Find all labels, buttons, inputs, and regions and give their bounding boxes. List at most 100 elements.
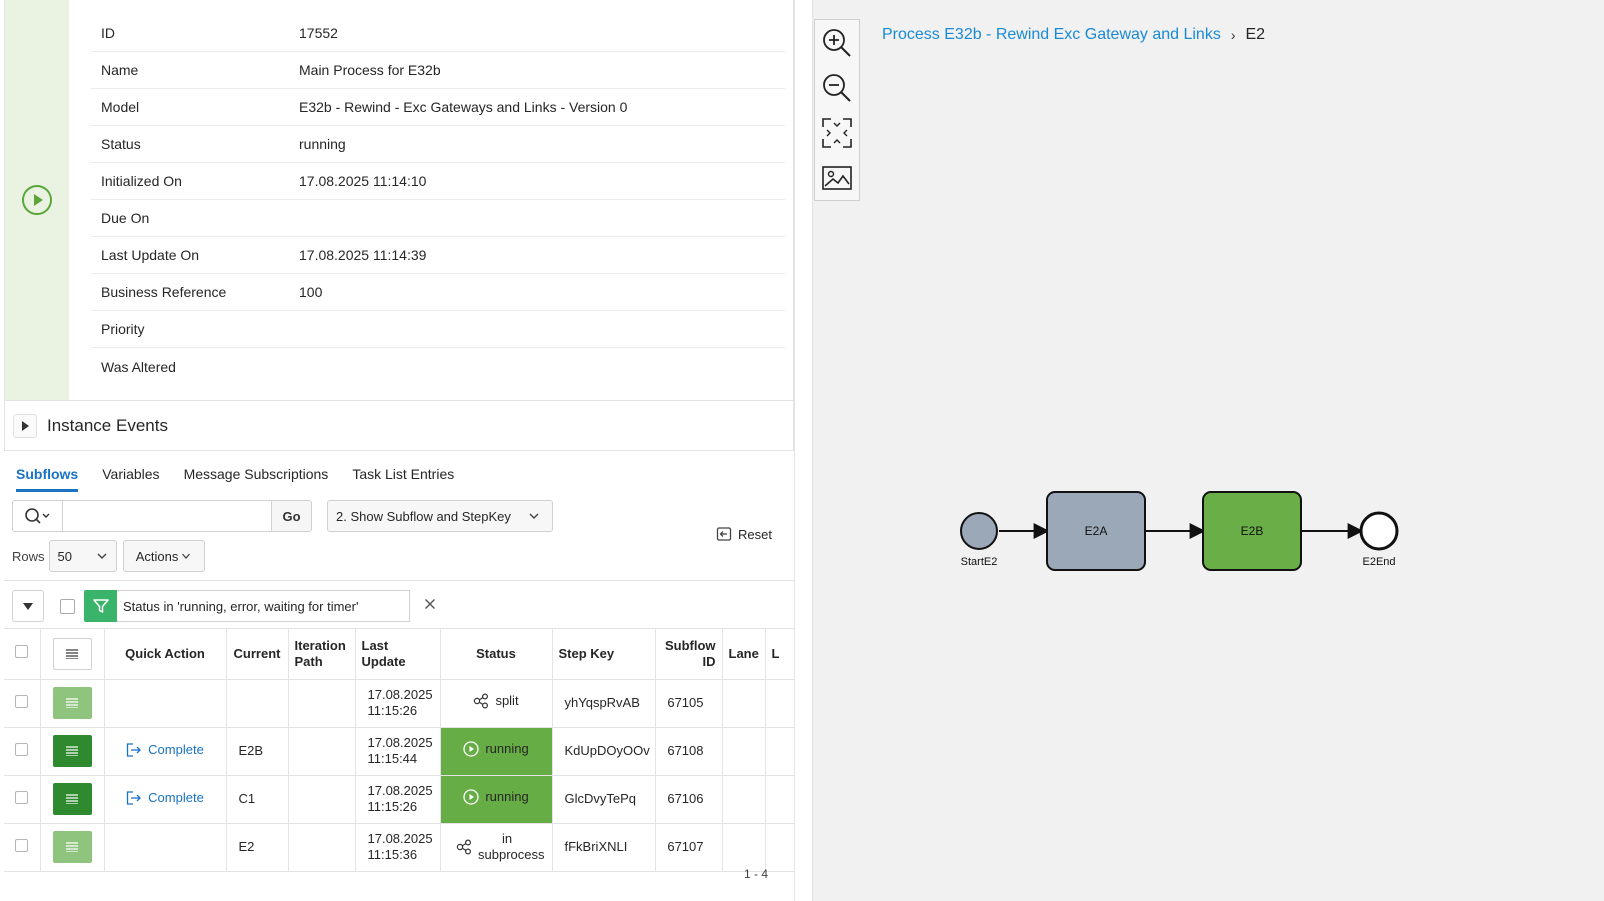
row-checkbox[interactable] bbox=[15, 790, 29, 804]
detail-row: Due On bbox=[91, 200, 785, 237]
export-image-button[interactable] bbox=[815, 155, 859, 200]
zoom-in-icon bbox=[823, 28, 851, 57]
header-subflow-id[interactable]: Subflow ID bbox=[655, 629, 723, 680]
last-update-cell: 17.08.2025 11:15:36 bbox=[355, 823, 441, 872]
row-menu-cell bbox=[40, 679, 105, 728]
row-menu-icon bbox=[66, 649, 78, 659]
column-menu-button[interactable] bbox=[52, 637, 92, 670]
search-column-button[interactable] bbox=[12, 500, 62, 532]
start-event-label: StartE2 bbox=[961, 556, 998, 568]
tab-subflows[interactable]: Subflows bbox=[16, 466, 79, 492]
header-step-key[interactable]: Step Key bbox=[552, 629, 656, 680]
breadcrumb-parent-link[interactable]: Process E32b - Rewind Exc Gateway and Li… bbox=[882, 26, 1221, 44]
quick-action-cell: Complete bbox=[104, 775, 227, 824]
status-badge: split bbox=[473, 693, 519, 709]
row-checkbox[interactable] bbox=[15, 694, 29, 708]
bpmn-diagram[interactable]: StartE2 E2A E2B E2End bbox=[813, 0, 1604, 901]
detail-label: Model bbox=[101, 99, 140, 115]
last-update-date: 17.08.2025 bbox=[367, 783, 433, 798]
last-update-time: 11:15:44 bbox=[367, 751, 418, 766]
reset-button[interactable]: Reset bbox=[716, 526, 772, 542]
table-row[interactable]: Complete E2B 17.08.2025 11:15:44 running KdUp… bbox=[4, 727, 794, 776]
panel-splitter[interactable] bbox=[794, 0, 812, 901]
table-row[interactable]: Complete C1 17.08.2025 11:15:26 running GlcDv… bbox=[4, 775, 794, 824]
detail-row: Last Update On 17.08.2025 11:14:39 bbox=[91, 237, 785, 274]
tab-task-list-entries[interactable]: Task List Entries bbox=[352, 466, 454, 492]
expand-icon bbox=[21, 420, 29, 431]
zoom-out-button[interactable] bbox=[815, 65, 859, 110]
close-icon[interactable] bbox=[424, 598, 436, 610]
last-update-cell: 17.08.2025 11:15:26 bbox=[355, 679, 441, 728]
reset-label: Reset bbox=[738, 526, 772, 542]
start-event[interactable] bbox=[960, 512, 998, 550]
filter-collapse-toggle[interactable] bbox=[12, 590, 44, 622]
last-update-date: 17.08.2025 bbox=[367, 831, 433, 846]
extra-cell bbox=[765, 727, 794, 776]
header-lane[interactable]: Lane bbox=[722, 629, 766, 680]
extra-cell bbox=[765, 775, 794, 824]
status-badge: running bbox=[463, 741, 529, 757]
complete-action-label: Complete bbox=[148, 789, 204, 805]
row-actions-button[interactable] bbox=[52, 831, 92, 863]
rows-label: Rows bbox=[12, 548, 45, 564]
row-menu-cell bbox=[40, 727, 105, 776]
play-circle-icon bbox=[22, 185, 52, 215]
row-actions-button[interactable] bbox=[52, 687, 92, 719]
fit-icon bbox=[822, 117, 852, 148]
header-iteration-path[interactable]: Iteration Path bbox=[288, 629, 356, 680]
row-actions-button[interactable] bbox=[52, 783, 92, 815]
detail-row: Business Reference 100 bbox=[91, 274, 785, 311]
pagination-info: 1 - 4 bbox=[743, 867, 768, 881]
filter-text[interactable]: Status in 'running, error, waiting for t… bbox=[117, 590, 410, 622]
table-row[interactable]: 17.08.2025 11:15:26 split yhYqspRvAB 67105 bbox=[4, 679, 794, 728]
row-checkbox[interactable] bbox=[15, 838, 29, 852]
filter-enable-checkbox[interactable] bbox=[60, 599, 75, 614]
complete-icon bbox=[127, 790, 142, 805]
detail-value: running bbox=[299, 136, 346, 152]
search-group: Go bbox=[12, 500, 312, 532]
report-select[interactable]: 2. Show Subflow and StepKey bbox=[327, 500, 553, 532]
tab-message-subscriptions[interactable]: Message Subscriptions bbox=[184, 466, 329, 492]
status-text: running bbox=[485, 741, 529, 756]
instance-events-toggle[interactable] bbox=[13, 413, 37, 438]
subflow-id-cell: 67107 bbox=[655, 823, 723, 872]
tab-variables[interactable]: Variables bbox=[102, 466, 159, 492]
select-all-checkbox[interactable] bbox=[15, 645, 29, 659]
fit-to-screen-button[interactable] bbox=[815, 110, 859, 155]
header-extra[interactable]: L bbox=[765, 629, 794, 680]
actions-menu-button[interactable]: Actions bbox=[122, 540, 205, 572]
row-menu-header bbox=[40, 629, 105, 680]
lane-cell bbox=[722, 727, 766, 776]
detail-row: Model E32b - Rewind - Exc Gateways and Li… bbox=[91, 89, 785, 126]
end-event[interactable] bbox=[1359, 511, 1399, 551]
row-menu-icon bbox=[66, 794, 78, 804]
rows-select-value: 50 bbox=[57, 548, 72, 564]
extra-cell bbox=[765, 823, 794, 872]
row-select-cell bbox=[4, 727, 41, 776]
header-status[interactable]: Status bbox=[440, 629, 553, 680]
complete-action-link[interactable]: Complete bbox=[126, 790, 204, 806]
subflow-id-cell: 67106 bbox=[655, 775, 723, 824]
complete-action-link[interactable]: Complete bbox=[126, 742, 204, 758]
select-all-header bbox=[4, 629, 41, 680]
header-current[interactable]: Current bbox=[226, 629, 289, 680]
row-actions-button[interactable] bbox=[52, 735, 92, 767]
breadcrumb-separator-icon: › bbox=[1230, 27, 1236, 43]
task-e2a-label: E2A bbox=[1085, 524, 1108, 538]
zoom-in-button[interactable] bbox=[815, 20, 859, 65]
subflows-table: Quick Action Current Iteration Path Last… bbox=[4, 629, 794, 872]
row-select-cell bbox=[4, 775, 41, 824]
complete-icon bbox=[127, 742, 142, 757]
header-quick-action[interactable]: Quick Action bbox=[104, 629, 227, 680]
header-last-update[interactable]: Last Update bbox=[355, 629, 441, 680]
go-button[interactable]: Go bbox=[272, 500, 312, 532]
instance-events-region: Instance Events bbox=[4, 400, 794, 451]
row-checkbox[interactable] bbox=[15, 742, 29, 756]
search-input[interactable] bbox=[62, 500, 272, 532]
rows-select[interactable]: 50 bbox=[48, 540, 117, 572]
status-badge: in subprocess bbox=[447, 831, 546, 863]
reset-icon bbox=[716, 527, 732, 541]
status-text: split bbox=[495, 693, 519, 708]
detail-value: 100 bbox=[299, 284, 323, 300]
table-row[interactable]: E2 17.08.2025 11:15:36 in subprocess fFkBriX… bbox=[4, 823, 794, 872]
